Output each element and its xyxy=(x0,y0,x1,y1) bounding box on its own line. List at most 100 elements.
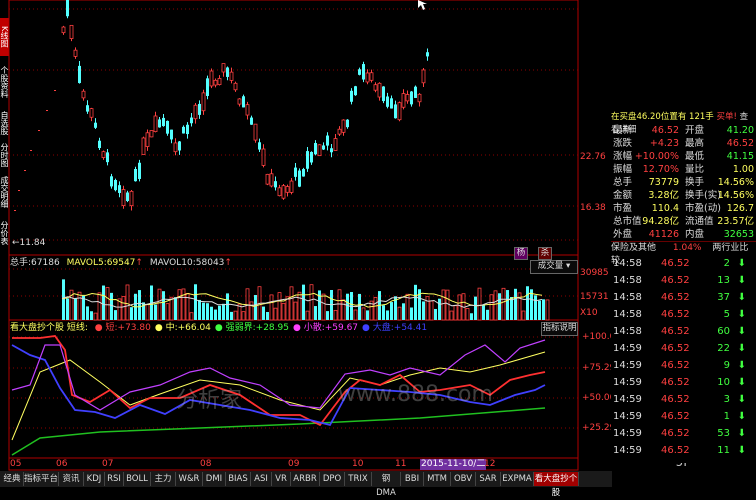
volume-bar xyxy=(302,284,305,320)
volume-bar xyxy=(273,307,278,321)
candle-body xyxy=(86,105,89,112)
candle-body xyxy=(421,69,426,84)
volume-bar xyxy=(542,299,545,320)
tab-9[interactable]: BIAS xyxy=(226,472,251,486)
volume-bar xyxy=(165,303,170,321)
time-label-12: 12 xyxy=(484,459,496,469)
volume-bar xyxy=(358,293,361,320)
quote-header: 在买盘46.20位置有 121手 买单! 查看详细 xyxy=(611,112,749,135)
mini-button-left[interactable]: 杨 xyxy=(514,247,528,260)
volume-bar xyxy=(281,302,286,321)
volume-bar xyxy=(402,303,405,320)
tab-16[interactable]: BBI xyxy=(401,472,424,486)
tab-19[interactable]: SAR xyxy=(476,472,501,486)
candle-body xyxy=(134,168,137,182)
candle-body xyxy=(178,141,181,151)
volume-bar xyxy=(326,311,329,320)
quote-row: 最新 46.52 开盘 41.20 xyxy=(613,125,754,136)
sector-row[interactable]: 保险及其他 1.04% 两行业比较 xyxy=(611,241,756,266)
candle-body xyxy=(69,24,74,39)
candle-body xyxy=(285,186,290,193)
candle-body xyxy=(386,96,389,107)
tab-3[interactable]: KDJ xyxy=(84,472,105,486)
tab-1[interactable]: 指标平台 xyxy=(24,472,59,486)
volume-bar xyxy=(441,289,446,321)
volume-bar xyxy=(297,291,302,321)
mini-button-right[interactable]: 杀 xyxy=(538,247,552,260)
volume-bar xyxy=(206,303,209,320)
tab-6[interactable]: 主力 xyxy=(151,472,176,486)
tab-21[interactable]: 看大盘抄个股 xyxy=(534,472,579,498)
candle-body xyxy=(350,90,353,102)
candle-body xyxy=(250,117,253,125)
candle-body xyxy=(126,192,129,202)
volume-bar xyxy=(493,290,498,321)
candle-body xyxy=(326,135,329,146)
tab-5[interactable]: BOLL xyxy=(124,472,151,486)
tab-2[interactable]: 资讯 xyxy=(59,472,84,486)
quote-row: 总手 73779 换手 14.56% xyxy=(613,177,754,188)
tab-18[interactable]: OBV xyxy=(451,472,476,486)
tab-17[interactable]: MTM xyxy=(424,472,451,486)
tab-14[interactable]: TRIX xyxy=(345,472,372,486)
volume-bar xyxy=(93,312,98,321)
candle-body xyxy=(274,181,277,188)
candle-body xyxy=(277,187,282,197)
candle-body xyxy=(66,0,69,17)
tab-10[interactable]: ASI xyxy=(251,472,272,486)
kline-chart[interactable] xyxy=(0,0,612,471)
candle-body xyxy=(141,137,146,155)
candle-body xyxy=(258,142,261,150)
volume-indicator-dropdown[interactable]: 成交量 ▾ xyxy=(530,260,578,274)
tab-7[interactable]: W&R xyxy=(176,472,203,486)
tab-12[interactable]: ARBR xyxy=(291,472,320,486)
volume-bar xyxy=(249,301,254,321)
volume-bar xyxy=(269,294,274,321)
tab-15[interactable]: 钢DMA xyxy=(372,472,401,498)
tick-row: 14:58 46.52 37 ⬇ xyxy=(613,292,746,303)
volume-bar xyxy=(526,286,529,320)
candle-body xyxy=(269,173,274,187)
volume-unit: X10 xyxy=(580,308,598,318)
volume-bar xyxy=(125,284,130,321)
candle-body xyxy=(261,148,266,166)
volume-bar xyxy=(538,300,541,320)
volume-bar xyxy=(498,293,501,320)
volume-bar xyxy=(438,298,441,320)
tab-20[interactable]: EXPMA xyxy=(501,472,534,486)
candle-body xyxy=(101,151,106,158)
volume-bar xyxy=(202,302,205,320)
tick-row: 14:58 46.52 5 ⬇ xyxy=(613,309,746,320)
volume-bar xyxy=(218,305,221,320)
volume-bar xyxy=(445,289,450,321)
candle-body xyxy=(106,152,109,163)
tab-0[interactable]: 经典 xyxy=(1,472,24,486)
tab-11[interactable]: VR xyxy=(272,472,291,486)
candle-body xyxy=(166,120,169,134)
volume-bar xyxy=(486,309,489,320)
volume-bar xyxy=(277,292,282,321)
volume-bar xyxy=(74,298,77,320)
candle-body xyxy=(317,144,322,157)
volume-bar xyxy=(506,290,509,320)
tick-row: 14:58 46.52 2 ⬇ xyxy=(613,258,746,269)
volume-bar xyxy=(198,299,201,320)
candle-body xyxy=(61,26,66,34)
quote-row: 市盈 110.4 市盈(动) 126.7 xyxy=(613,203,754,214)
volume-bar xyxy=(90,311,93,320)
volume-bar xyxy=(321,293,326,321)
volume-bar xyxy=(214,309,217,320)
quote-row: 金额 3.28亿 换手(实) 14.56% xyxy=(613,190,754,201)
tab-13[interactable]: DPO xyxy=(320,472,345,486)
volume-bar xyxy=(110,292,113,320)
candle-body xyxy=(298,170,301,187)
tab-4[interactable]: RSI xyxy=(105,472,124,486)
time-label-06: 06 xyxy=(56,459,68,469)
tab-8[interactable]: DMI xyxy=(203,472,226,486)
indicator-help-button[interactable]: 指标说明 xyxy=(541,322,578,336)
buy-order-link[interactable]: 买单! xyxy=(716,112,736,122)
indicator-value-3: ● 小散:+59.67 xyxy=(292,323,359,333)
volume-bar xyxy=(194,284,197,320)
volume-bar xyxy=(169,296,174,321)
volume-bar xyxy=(181,288,186,321)
